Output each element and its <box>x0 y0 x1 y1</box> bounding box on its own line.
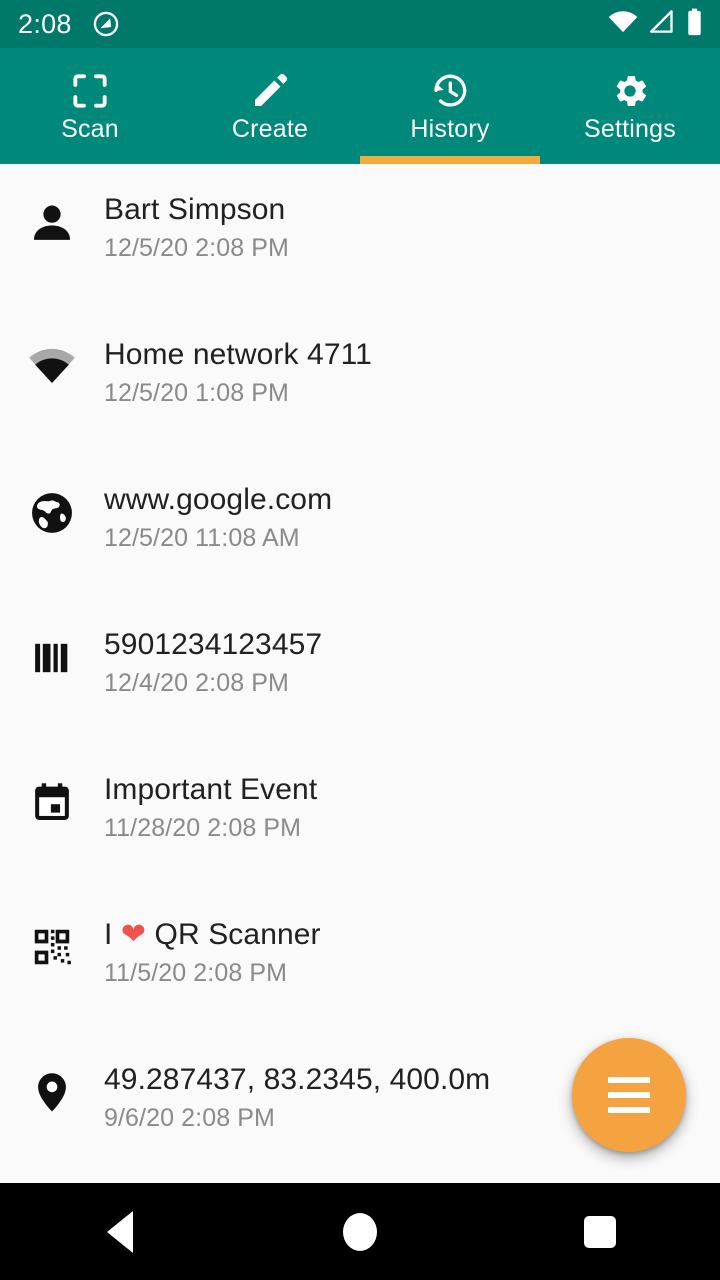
globe-icon <box>0 484 104 536</box>
recents-button[interactable] <box>540 1183 660 1280</box>
history-item[interactable]: Important Event 11/28/20 2:08 PM <box>0 744 720 889</box>
history-item-text: 49.287437, 83.2345, 400.0m 9/6/20 2:08 P… <box>104 1063 491 1133</box>
history-item-title: Important Event <box>104 773 318 806</box>
top-tab-bar: Scan Create History Settings <box>0 48 720 164</box>
history-item[interactable]: 5901234123457 12/4/20 2:08 PM <box>0 599 720 744</box>
location-pin-icon <box>0 1064 104 1114</box>
qrcode-icon <box>0 919 104 969</box>
heart-icon: ❤ <box>120 918 147 951</box>
history-item-text: Home network 4711 12/5/20 1:08 PM <box>104 338 372 408</box>
history-item-title: www.google.com <box>104 483 333 516</box>
scan-frame-icon <box>70 71 110 111</box>
history-item-timestamp: 11/5/20 2:08 PM <box>104 959 288 988</box>
tab-scan-label: Scan <box>61 114 119 143</box>
cellular-signal-icon <box>649 8 676 40</box>
status-bar-clock: 2:08 <box>18 8 72 39</box>
calendar-icon <box>0 774 104 824</box>
back-button[interactable] <box>60 1183 180 1280</box>
app-screen: 2:08 Scan Create History Settings Bart S… <box>0 0 720 1280</box>
history-item-text: I ❤ QR Scanner 11/5/20 2:08 PM <box>104 918 321 988</box>
history-item-title: Bart Simpson <box>104 193 286 226</box>
history-item-title: 5901234123457 <box>104 628 323 661</box>
battery-icon <box>687 8 702 41</box>
history-item[interactable]: I ❤ QR Scanner 11/5/20 2:08 PM <box>0 889 720 1034</box>
active-tab-indicator <box>360 156 540 164</box>
tab-settings[interactable]: Settings <box>540 48 720 164</box>
tab-history-label: History <box>410 114 490 143</box>
history-item-text: www.google.com 12/5/20 11:08 AM <box>104 483 333 553</box>
history-item-timestamp: 12/5/20 11:08 AM <box>104 524 300 553</box>
recents-square-icon <box>584 1215 616 1248</box>
history-item-title: I ❤ QR Scanner <box>104 918 321 951</box>
menu-fab-button[interactable] <box>572 1038 686 1152</box>
history-list[interactable]: Bart Simpson 12/5/20 2:08 PM Home networ… <box>0 164 720 1183</box>
history-item[interactable]: www.google.com 12/5/20 11:08 AM <box>0 454 720 599</box>
tab-settings-label: Settings <box>584 114 676 143</box>
history-item-text: Bart Simpson 12/5/20 2:08 PM <box>104 193 289 263</box>
history-item-text: 5901234123457 12/4/20 2:08 PM <box>104 628 323 698</box>
status-bar: 2:08 <box>0 0 720 48</box>
qr-notification-icon <box>92 10 120 38</box>
history-item-timestamp: 12/4/20 2:08 PM <box>104 669 289 698</box>
back-triangle-icon <box>107 1210 133 1253</box>
history-item[interactable]: Bart Simpson 12/5/20 2:08 PM <box>0 164 720 309</box>
history-item-title: Home network 4711 <box>104 338 372 371</box>
home-button[interactable] <box>300 1183 420 1280</box>
history-item-timestamp: 9/6/20 2:08 PM <box>104 1104 275 1133</box>
history-item-timestamp: 12/5/20 2:08 PM <box>104 234 289 263</box>
history-clock-icon <box>430 71 470 111</box>
pencil-icon <box>250 71 290 111</box>
tab-create[interactable]: Create <box>180 48 360 164</box>
home-circle-icon <box>343 1212 377 1251</box>
history-item[interactable]: Home network 4711 12/5/20 1:08 PM <box>0 309 720 454</box>
history-item-title-prefix: I <box>104 918 121 951</box>
barcode-icon <box>0 629 104 681</box>
history-item-title: 49.287437, 83.2345, 400.0m <box>104 1063 491 1096</box>
tab-scan[interactable]: Scan <box>0 48 180 164</box>
history-item-timestamp: 12/5/20 1:08 PM <box>104 379 289 408</box>
wifi-icon <box>608 10 638 38</box>
tab-create-label: Create <box>231 114 309 143</box>
hamburger-menu-icon <box>608 1077 650 1113</box>
wifi-icon <box>0 339 104 385</box>
history-item-text: Important Event 11/28/20 2:08 PM <box>104 773 318 843</box>
tab-history[interactable]: History <box>360 48 540 164</box>
history-item-timestamp: 11/28/20 2:08 PM <box>104 814 302 843</box>
history-item-title-suffix: QR Scanner <box>146 918 321 951</box>
gear-icon <box>610 71 650 111</box>
person-icon <box>0 194 104 246</box>
status-bar-indicators <box>608 8 702 41</box>
android-navigation-bar <box>0 1183 720 1280</box>
